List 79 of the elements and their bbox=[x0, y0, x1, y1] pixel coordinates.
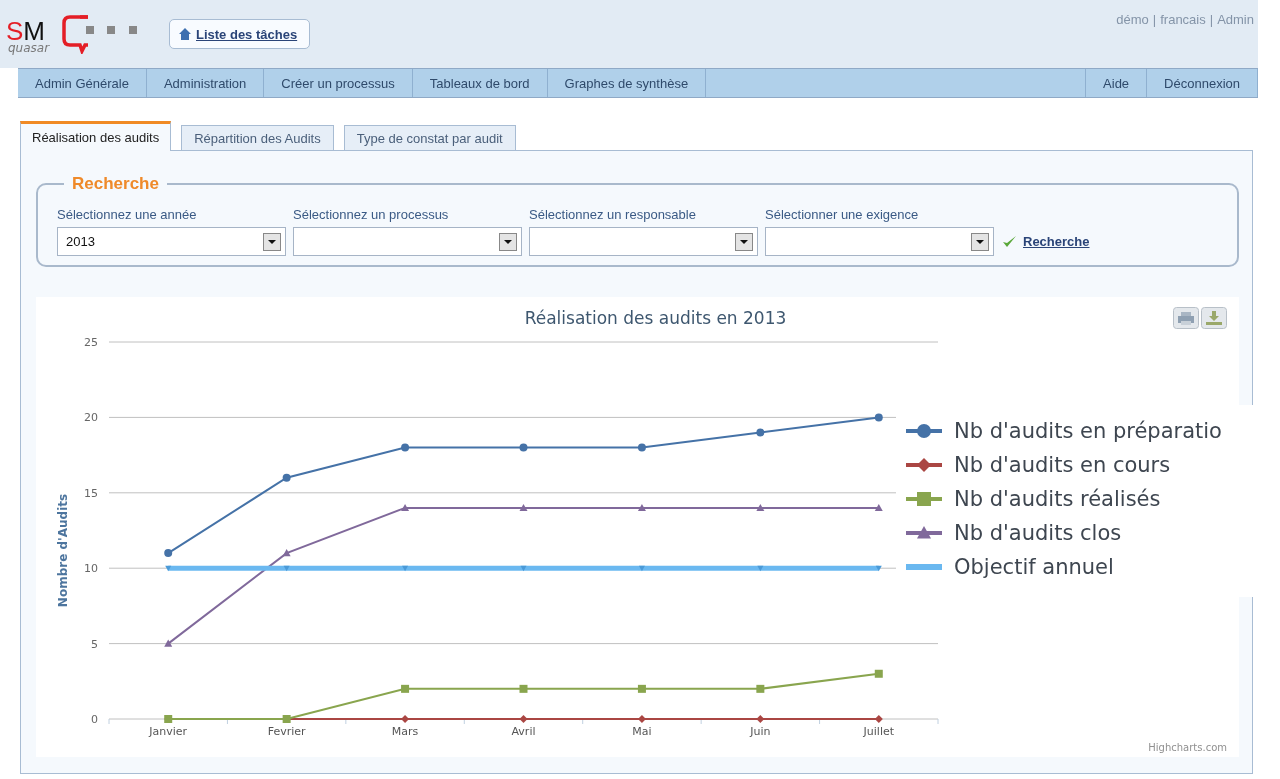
data-point-marker bbox=[519, 503, 528, 512]
data-point-marker bbox=[637, 503, 646, 512]
chart-credit[interactable]: Highcharts.com bbox=[1148, 742, 1227, 753]
menu-item[interactable]: Tableaux de bord bbox=[412, 69, 548, 97]
data-point-marker bbox=[401, 684, 410, 693]
data-point-marker bbox=[401, 715, 410, 723]
data-point-marker bbox=[637, 715, 646, 723]
menu-item[interactable]: Administration bbox=[146, 69, 265, 97]
separator: | bbox=[1152, 12, 1157, 27]
data-point-marker bbox=[874, 669, 883, 678]
tick-label: 0 bbox=[91, 713, 98, 726]
data-point-marker bbox=[402, 565, 409, 572]
tab[interactable]: Réalisation des audits bbox=[20, 121, 172, 151]
legend-label: Nb d'audits en préparatio bbox=[954, 419, 1222, 443]
tick-label: Janvier bbox=[149, 725, 188, 738]
data-point-marker bbox=[874, 715, 883, 723]
logo-subtitle: quasar bbox=[8, 42, 50, 55]
data-point-marker bbox=[756, 684, 765, 693]
data-point-marker bbox=[637, 684, 646, 693]
data-point-marker bbox=[519, 443, 528, 452]
task-list-link[interactable]: Liste des tâches bbox=[169, 19, 311, 49]
data-point-marker bbox=[874, 503, 883, 512]
data-point-marker bbox=[520, 565, 527, 572]
legend-label: Nb d'audits clos bbox=[954, 521, 1122, 545]
data-point-marker bbox=[638, 565, 645, 572]
tick-label: 20 bbox=[84, 411, 98, 425]
home-icon bbox=[178, 27, 192, 41]
select-field[interactable] bbox=[293, 227, 522, 256]
data-point-marker bbox=[519, 684, 528, 693]
legend-label: Nb d'audits en cours bbox=[954, 453, 1171, 477]
tick-label: 15 bbox=[84, 486, 98, 500]
data-point-marker bbox=[519, 715, 528, 723]
menu-item[interactable]: Déconnexion bbox=[1147, 69, 1258, 97]
tick-label: 10 bbox=[84, 562, 98, 576]
tick-label: 25 bbox=[84, 336, 98, 349]
tab[interactable]: Type de constat par audit bbox=[343, 125, 516, 150]
tick-label: Fevrier bbox=[267, 725, 306, 738]
axis-label: Nombre d'Audits bbox=[56, 493, 70, 608]
select-field[interactable] bbox=[529, 227, 758, 256]
search-link[interactable]: Recherche bbox=[1023, 234, 1090, 249]
data-point-marker bbox=[875, 565, 882, 572]
data-point-marker bbox=[874, 413, 883, 422]
data-point-marker bbox=[757, 565, 764, 572]
menu-item[interactable]: Aide bbox=[1086, 69, 1148, 97]
data-point-marker bbox=[756, 715, 765, 723]
chart-title: Réalisation des audits en 2013 bbox=[524, 308, 787, 328]
menu-item[interactable]: Admin Générale bbox=[18, 69, 147, 97]
tick-label: Juillet bbox=[863, 725, 894, 738]
field-label: Sélectionnez un processus bbox=[293, 207, 450, 222]
select-field[interactable] bbox=[765, 227, 994, 256]
data-point-marker bbox=[165, 565, 172, 572]
legend-label: Objectif annuel bbox=[954, 555, 1114, 579]
field-label: Sélectionnez une année bbox=[57, 207, 198, 222]
data-point-marker bbox=[756, 503, 765, 512]
field-label: Sélectionnez un responsable bbox=[529, 207, 697, 222]
legend-label: Nb d'audits réalisés bbox=[954, 487, 1161, 511]
menu-item[interactable]: Créer un processus bbox=[264, 69, 413, 97]
data-point-marker bbox=[756, 428, 765, 437]
tick-label: Juin bbox=[750, 725, 771, 738]
check-icon bbox=[1002, 234, 1017, 249]
tick-label: 5 bbox=[91, 637, 98, 651]
separator: | bbox=[1209, 12, 1214, 27]
tab[interactable]: Répartition des Audits bbox=[181, 125, 334, 150]
field-label: Sélectionner une exigence bbox=[765, 207, 920, 222]
data-point-marker bbox=[164, 639, 173, 647]
print-icon[interactable] bbox=[1173, 307, 1199, 329]
select-field[interactable]: 2013 bbox=[57, 227, 286, 256]
data-point-marker bbox=[164, 549, 173, 558]
data-point-marker bbox=[401, 443, 410, 452]
tick-label: Mars bbox=[391, 725, 419, 738]
data-point-marker bbox=[637, 443, 646, 452]
download-icon[interactable] bbox=[1201, 307, 1227, 329]
data-point-marker bbox=[282, 549, 291, 557]
tick-label: Mai bbox=[632, 725, 652, 738]
data-point-marker bbox=[282, 473, 291, 482]
data-point-marker bbox=[283, 565, 290, 572]
data-point-marker bbox=[401, 503, 410, 512]
menu-item[interactable]: Graphes de synthèse bbox=[547, 69, 707, 97]
tick-label: Avril bbox=[511, 725, 536, 738]
